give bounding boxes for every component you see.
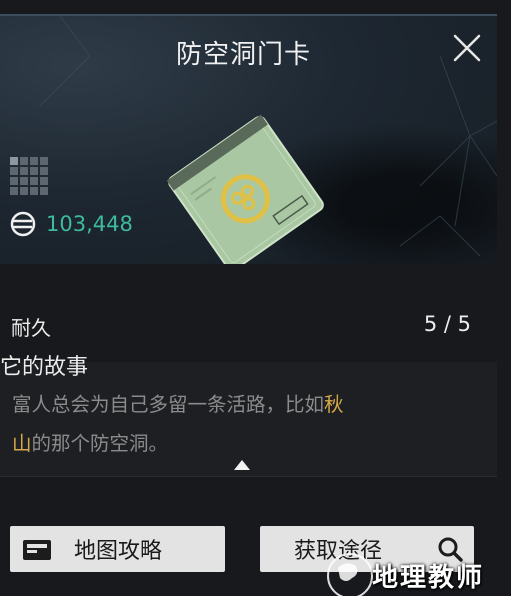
item-detail-panel: 防空洞门卡 103,448 耐久 5 / 5 它的故事 富人总会为自己多留一条活… (0, 0, 511, 596)
story-text-part1: 富人总会为自己多留一条活路，比如 (12, 393, 325, 416)
divider (0, 476, 497, 477)
story-text-part2: 的那个防空洞。 (31, 432, 169, 455)
story-highlight-1: 秋 (324, 393, 344, 416)
story-highlight-2: 山 (12, 432, 32, 455)
map-guide-button[interactable]: 地图攻略 (10, 526, 225, 572)
story-heading: 它的故事 (0, 355, 89, 380)
map-card-icon (23, 540, 51, 560)
price-value: 103,448 (46, 212, 133, 236)
durability-value: 5 / 5 (423, 312, 471, 336)
durability-label: 耐久 (11, 316, 51, 340)
close-button[interactable] (449, 30, 485, 66)
keycard-image (166, 114, 324, 264)
dialog-title: 防空洞门卡 (175, 40, 311, 70)
price-row: 103,448 (10, 210, 133, 238)
map-guide-label: 地图攻略 (74, 539, 163, 564)
expand-arrow-icon[interactable] (232, 458, 252, 472)
currency-icon (10, 211, 36, 237)
watermark-text: 地理教师 (372, 563, 485, 593)
grid-icon (10, 157, 54, 195)
close-icon (453, 34, 481, 62)
story-text: 富人总会为自己多留一条活路，比如秋山的那个防空洞。 (12, 385, 482, 463)
